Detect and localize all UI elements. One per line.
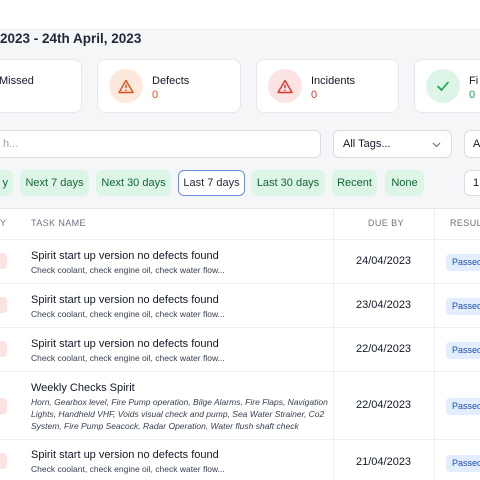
incidents-icon-circle <box>268 69 302 103</box>
task-title: Spirit start up version no defects found <box>31 294 219 306</box>
chevron-down-icon <box>432 142 441 148</box>
fixed-icon-circle <box>426 69 460 103</box>
priority-indicator <box>0 453 7 469</box>
due-date: 23/04/2023 <box>356 299 412 311</box>
tags-select-label: All Tags... <box>343 138 391 150</box>
check-icon <box>437 81 449 91</box>
header-task-name[interactable]: TASK NAME <box>31 218 86 228</box>
table-row[interactable]: Spirit start up version no defects found… <box>0 283 480 327</box>
task-description: Check coolant, check engine oil, check w… <box>31 265 225 275</box>
incidents-count: 0 <box>311 89 318 101</box>
task-description: Horn, Gearbox level, Fire Pump operation… <box>31 397 328 431</box>
incidents-label: Incidents <box>311 75 356 87</box>
missed-card[interactable]: Missed <box>0 59 82 113</box>
priority-indicator <box>0 341 7 357</box>
defects-count: 0 <box>152 89 159 101</box>
result-badge: Passed <box>446 398 480 415</box>
task-title: Weekly Checks Spirit <box>31 382 135 394</box>
fixed-count: 0 <box>469 89 476 101</box>
table-row[interactable]: Weekly Checks Spirit Horn, Gearbox level… <box>0 371 480 439</box>
chip-last-30-days[interactable]: Last 30 days <box>251 170 325 196</box>
due-date: 22/04/2023 <box>356 399 412 411</box>
chip-today[interactable]: y <box>0 170 13 196</box>
incidents-card[interactable]: Incidents 0 <box>256 59 399 113</box>
task-title: Spirit start up version no defects found <box>31 250 219 262</box>
top-bar <box>0 0 480 30</box>
task-description: Check coolant, check engine oil, check w… <box>31 464 225 474</box>
tags-select[interactable]: All Tags... <box>333 130 452 158</box>
page-size-select[interactable]: 1 <box>464 170 480 196</box>
tasks-table: Y TASK NAME DUE BY RESULT Spirit start u… <box>0 208 480 480</box>
task-description: Check coolant, check engine oil, check w… <box>31 309 225 319</box>
header-result[interactable]: RESULT <box>450 218 480 228</box>
second-select-label: A <box>473 138 480 150</box>
warning-icon <box>277 79 293 93</box>
table-row[interactable]: Spirit start up version no defects found… <box>0 327 480 371</box>
header-due-by[interactable]: DUE BY <box>368 218 404 228</box>
result-badge: Passed <box>446 342 480 359</box>
priority-indicator <box>0 253 7 269</box>
priority-indicator <box>0 398 7 414</box>
date-range-title: 2023 - 24th April, 2023 <box>0 31 142 46</box>
second-select[interactable]: A <box>464 130 480 158</box>
due-date: 21/04/2023 <box>356 456 412 468</box>
defects-label: Defects <box>152 75 190 87</box>
table-row[interactable]: Spirit start up version no defects found… <box>0 239 480 283</box>
fixed-label: Fi <box>469 75 479 87</box>
task-title: Spirit start up version no defects found <box>31 338 219 350</box>
fixed-card[interactable]: Fi 0 <box>414 59 480 113</box>
task-description: Check coolant, check engine oil, check w… <box>31 353 225 363</box>
priority-indicator <box>0 297 7 313</box>
page-size-value: 1 <box>473 177 480 189</box>
chip-next-7-days[interactable]: Next 7 days <box>20 170 89 196</box>
chip-none[interactable]: None <box>385 170 424 196</box>
search-placeholder: h... <box>3 138 19 150</box>
chip-next-30-days[interactable]: Next 30 days <box>96 170 171 196</box>
task-title: Spirit start up version no defects found <box>31 449 219 461</box>
due-date: 24/04/2023 <box>356 255 412 267</box>
warning-icon <box>118 79 134 93</box>
result-badge: Passed <box>446 254 480 271</box>
defects-card[interactable]: Defects 0 <box>97 59 241 113</box>
table-row[interactable]: Spirit start up version no defects found… <box>0 439 480 480</box>
search-input[interactable]: h... <box>0 130 321 158</box>
defects-icon-circle <box>109 69 143 103</box>
result-badge: Passed <box>446 455 480 472</box>
result-badge: Passed <box>446 298 480 315</box>
chip-last-7-days[interactable]: Last 7 days <box>178 170 245 196</box>
chip-recent[interactable]: Recent <box>332 170 377 196</box>
missed-label: Missed <box>0 75 34 87</box>
header-priority[interactable]: Y <box>0 218 6 228</box>
due-date: 22/04/2023 <box>356 343 412 355</box>
